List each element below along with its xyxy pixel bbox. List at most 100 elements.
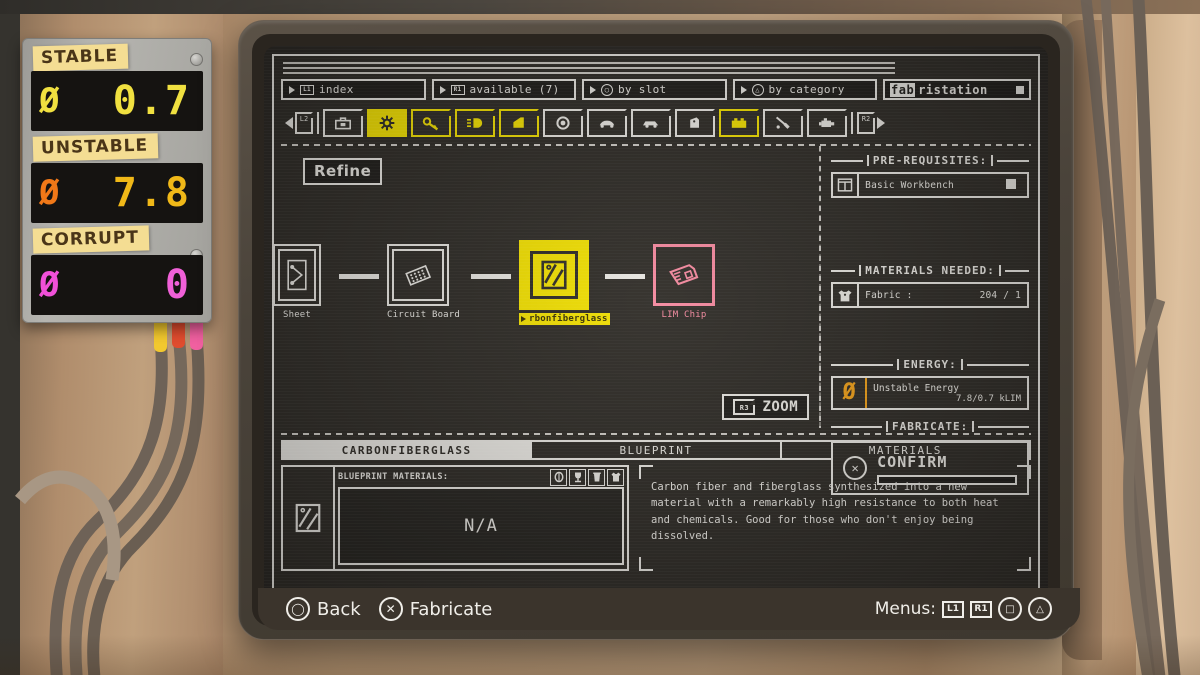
graph-node-label: Sheet xyxy=(282,310,312,320)
graph-link-3 xyxy=(605,274,645,279)
graph-node-label: Circuit Board xyxy=(387,310,461,320)
battery-icon xyxy=(731,118,747,128)
tab-index-label: index xyxy=(319,83,354,96)
main-body: Refine Sheet Circuit Board rbonfiberglas… xyxy=(273,146,1031,495)
category-car-front[interactable] xyxy=(587,109,627,137)
car-side-icon xyxy=(643,121,659,128)
graph-node-sheet[interactable]: Sheet xyxy=(273,244,321,320)
headlight-icon xyxy=(467,118,483,128)
detail-panes: BLUEPRINT MATERIALS: N/A Carbon fiber an… xyxy=(281,465,1031,571)
meter-value-unstable: 7.8 xyxy=(112,170,191,216)
wheel-icon xyxy=(556,116,570,130)
bottom-section: CARBONFIBERGLASS BLUEPRINT MATERIALS BLU… xyxy=(281,433,1031,571)
category-next-button[interactable]: R2 xyxy=(857,109,885,137)
unstable-energy-icon: Ø xyxy=(842,380,856,405)
category-key[interactable] xyxy=(411,109,451,137)
circle-button-icon: ◯ xyxy=(286,597,310,621)
category-fuel-can[interactable] xyxy=(675,109,715,137)
footer-back-action[interactable]: ◯ Back xyxy=(286,597,361,621)
energy-heading: ENERGY: xyxy=(831,358,1030,371)
welder-icon xyxy=(775,116,790,129)
zoom-button[interactable]: R3 ZOOM xyxy=(722,394,810,420)
graph-node-carbonfiberglass[interactable]: rbonfiberglass xyxy=(519,240,610,325)
tab-by-slot[interactable]: ◯ by slot xyxy=(582,79,727,100)
chevron-right-icon xyxy=(289,85,295,94)
chevron-right-icon xyxy=(590,85,596,94)
separator-bottom xyxy=(281,433,1031,435)
materials-heading: MATERIALS NEEDED: xyxy=(831,264,1029,277)
r1-button-icon[interactable]: R1 xyxy=(970,600,992,618)
r3-button-icon: R3 xyxy=(733,399,756,415)
material-label: Fabric : xyxy=(865,289,913,301)
category-seat[interactable] xyxy=(499,109,539,137)
graph-node-circuit-board[interactable]: Circuit Board xyxy=(387,244,460,320)
square-button-icon[interactable]: □ xyxy=(998,597,1022,621)
chevron-right-icon xyxy=(521,316,526,322)
l2-button-icon: L2 xyxy=(295,112,313,134)
detail-tab-bar: CARBONFIBERGLASS BLUEPRINT MATERIALS xyxy=(281,440,1031,460)
menus-label: Menus: xyxy=(874,599,936,619)
r2-button-icon: R2 xyxy=(857,112,875,134)
materials-title: MATERIALS NEEDED: xyxy=(865,264,995,277)
floor-light xyxy=(0,635,1200,675)
prerequisites-title: PRE-REQUISITES: xyxy=(872,154,988,167)
key-icon xyxy=(422,117,439,131)
graph-link-2 xyxy=(471,274,511,279)
circle-button-icon: ◯ xyxy=(601,83,613,96)
category-toolbox[interactable] xyxy=(323,109,363,137)
sheet-icon xyxy=(287,259,307,291)
station-title-highlight: fab xyxy=(890,82,916,97)
detail-tab-item[interactable]: CARBONFIBERGLASS xyxy=(283,442,533,458)
category-engine[interactable] xyxy=(807,109,847,137)
fabric-icon xyxy=(838,289,852,301)
triangle-button-icon[interactable]: △ xyxy=(1028,597,1052,621)
meter-value-stable: 0.7 xyxy=(112,78,191,124)
meter-label-corrupt: CORRUPT xyxy=(32,225,150,254)
tab-index[interactable]: L1 index xyxy=(281,79,426,100)
blueprint-materials-title: BLUEPRINT MATERIALS: xyxy=(338,472,449,482)
graph-node-label-selected: rbonfiberglass xyxy=(519,313,610,325)
shirt-icon xyxy=(607,468,624,486)
category-welder[interactable] xyxy=(763,109,803,137)
car-front-icon xyxy=(599,120,615,128)
tab-by-slot-label: by slot xyxy=(618,83,667,96)
category-gear[interactable] xyxy=(367,109,407,137)
tab-by-category[interactable]: △ by category xyxy=(732,79,877,100)
category-headlight[interactable] xyxy=(455,109,495,137)
header-rules xyxy=(283,62,1031,75)
seat-icon xyxy=(513,117,524,128)
category-strip: L2 R2 xyxy=(281,105,1031,143)
screw-top-icon xyxy=(190,53,203,66)
toolbox-icon xyxy=(335,117,351,130)
prerequisite-label: Basic Workbench xyxy=(865,179,954,191)
chevron-right-icon xyxy=(439,85,446,94)
l1-button-icon[interactable]: L1 xyxy=(942,600,964,618)
details-sidebar: PRE-REQUISITES: Basic Workbench MATERIAL… xyxy=(821,146,1031,495)
detail-tab-blueprint[interactable]: BLUEPRINT xyxy=(532,442,782,458)
tab-available[interactable]: R1 available (7) xyxy=(431,79,576,100)
category-wheel[interactable] xyxy=(543,109,583,137)
category-car-side[interactable] xyxy=(631,109,671,137)
graph-mode-label: Refine xyxy=(303,158,383,185)
detail-tab-materials[interactable]: MATERIALS xyxy=(782,442,1029,458)
graph-node-lim-chip[interactable]: LIM Chip xyxy=(653,244,715,320)
category-prev-button[interactable]: L2 xyxy=(285,109,313,137)
strip-divider xyxy=(851,112,853,134)
chevron-right-icon xyxy=(740,85,747,94)
item-description: Carbon fiber and fiberglass synthesized … xyxy=(651,481,999,542)
material-row[interactable]: Fabric : 204 / 1 xyxy=(831,282,1029,308)
graph-link-1 xyxy=(339,274,379,279)
tire-icon xyxy=(550,468,567,486)
energy-row[interactable]: Ø Unstable Energy 7.8/0.7 kLIM xyxy=(831,376,1029,410)
footer-fabricate-action[interactable]: ✕ Fabricate xyxy=(378,597,492,621)
prerequisite-row[interactable]: Basic Workbench xyxy=(831,172,1029,198)
station-title: fab ristation xyxy=(883,79,1031,100)
terminal-screen: L1 index R1 available (7) ◯ by slot △ by… xyxy=(264,46,1048,614)
fabricate-title: FABRICATE: xyxy=(891,420,969,433)
meter-readout-unstable: Ø 7.8 xyxy=(31,163,203,223)
energy-value: 7.8/0.7 kLIM xyxy=(955,393,1021,404)
category-battery[interactable] xyxy=(719,109,759,137)
triangle-button-icon: △ xyxy=(751,83,764,96)
recipe-graph[interactable]: Refine Sheet Circuit Board rbonfiberglas… xyxy=(273,146,822,428)
graph-node-label-text: rbonfiberglass xyxy=(529,314,608,324)
